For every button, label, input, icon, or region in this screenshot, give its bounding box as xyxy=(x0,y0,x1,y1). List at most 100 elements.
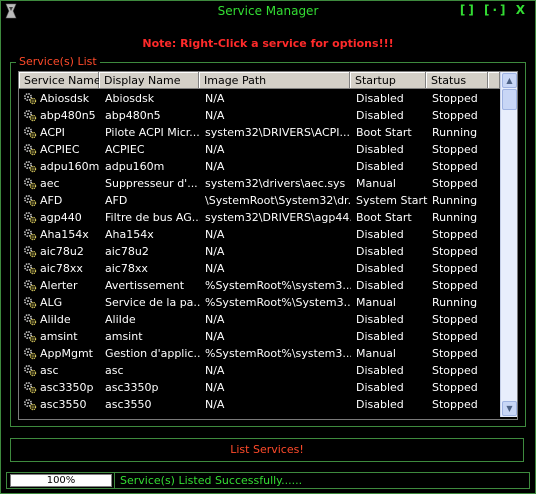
startup-type: Boot Start xyxy=(356,211,412,224)
display-name: ACPIEC xyxy=(105,143,145,156)
gear-icon xyxy=(23,381,37,394)
column-header-startup[interactable]: Startup xyxy=(350,72,426,89)
gear-icon xyxy=(23,364,37,377)
startup-type: Disabled xyxy=(356,109,404,122)
services-listview[interactable]: Service Name Display Name Image Path Sta… xyxy=(18,71,518,420)
image-path: N/A xyxy=(205,313,225,326)
service-name: asc3350p xyxy=(40,381,94,394)
scroll-thumb[interactable] xyxy=(502,89,517,110)
service-row[interactable]: adpu160m adpu160m N/A Disabled Stopped xyxy=(19,158,500,175)
service-row[interactable]: aic78xx aic78xx N/A Disabled Stopped xyxy=(19,260,500,277)
startup-type: Disabled xyxy=(356,160,404,173)
startup-type: Disabled xyxy=(356,143,404,156)
image-path: N/A xyxy=(205,160,225,173)
close-button[interactable]: X xyxy=(516,3,528,17)
service-status: Stopped xyxy=(432,364,478,377)
service-name: abp480n5 xyxy=(40,109,96,122)
maximize-button[interactable]: [] xyxy=(460,3,477,17)
service-name: aic78u2 xyxy=(40,245,84,258)
service-row[interactable]: Aha154x Aha154x N/A Disabled Stopped xyxy=(19,226,500,243)
startup-type: Disabled xyxy=(356,381,404,394)
column-header-status[interactable]: Status xyxy=(426,72,488,89)
display-name: Gestion d'applic... xyxy=(105,347,200,360)
right-click-note: Note: Right-Click a service for options!… xyxy=(142,37,394,50)
display-name: asc3350p xyxy=(105,381,159,394)
service-name: adpu160m xyxy=(40,160,100,173)
image-path: %SystemRoot%\system3... xyxy=(205,279,351,292)
startup-type: Disabled xyxy=(356,245,404,258)
display-name: Service de la pa... xyxy=(105,296,200,309)
service-rows: Abiosdsk Abiosdsk N/A Disabled Stopped a… xyxy=(19,90,500,413)
service-status: Stopped xyxy=(432,228,478,241)
service-status: Stopped xyxy=(432,245,478,258)
service-name: ACPI xyxy=(40,126,65,139)
service-name: aic78xx xyxy=(40,262,83,275)
service-name: Aha154x xyxy=(40,228,89,241)
service-row[interactable]: AliIde AliIde N/A Disabled Stopped xyxy=(19,311,500,328)
service-status: Stopped xyxy=(432,398,478,411)
column-header-image-path[interactable]: Image Path xyxy=(199,72,350,89)
column-header-display-name[interactable]: Display Name xyxy=(99,72,199,89)
service-row[interactable]: asc3350p asc3350p N/A Disabled Stopped xyxy=(19,379,500,396)
service-status: Running xyxy=(432,194,478,207)
startup-type: Disabled xyxy=(356,92,404,105)
service-row[interactable]: aec Suppresseur d'... system32\drivers\a… xyxy=(19,175,500,192)
service-row[interactable]: ACPIEC ACPIEC N/A Disabled Stopped xyxy=(19,141,500,158)
scroll-down-button[interactable]: ▼ xyxy=(502,401,517,416)
scroll-up-button[interactable]: ▲ xyxy=(502,73,517,88)
service-name: ACPIEC xyxy=(40,143,80,156)
column-header-service-name[interactable]: Service Name xyxy=(19,72,101,89)
startup-type: Manual xyxy=(356,296,396,309)
startup-type: Disabled xyxy=(356,364,404,377)
display-name: asc3550 xyxy=(105,398,152,411)
service-row[interactable]: Alerter Avertissement %SystemRoot%\syste… xyxy=(19,277,500,294)
service-name: ALG xyxy=(40,296,63,309)
service-status: Stopped xyxy=(432,347,478,360)
display-name: Avertissement xyxy=(105,279,185,292)
minimize-button[interactable]: [·] xyxy=(484,3,509,17)
vertical-scrollbar[interactable]: ▲ ▼ xyxy=(500,72,517,417)
display-name: aic78u2 xyxy=(105,245,149,258)
display-name: Filtre de bus AG... xyxy=(105,211,200,224)
service-name: asc3550 xyxy=(40,398,87,411)
gear-icon xyxy=(23,347,37,360)
service-row[interactable]: amsint amsint N/A Disabled Stopped xyxy=(19,328,500,345)
image-path: \SystemRoot\System32\dr... xyxy=(205,194,351,207)
gear-icon xyxy=(23,194,37,207)
service-row[interactable]: agp440 Filtre de bus AG... system32\DRIV… xyxy=(19,209,500,226)
startup-type: System Start xyxy=(356,194,428,207)
list-services-button[interactable]: List Services! xyxy=(10,438,524,462)
image-path: %SystemRoot%\System3... xyxy=(205,296,351,309)
service-row[interactable]: abp480n5 abp480n5 N/A Disabled Stopped xyxy=(19,107,500,124)
service-row[interactable]: Abiosdsk Abiosdsk N/A Disabled Stopped xyxy=(19,90,500,107)
display-name: AliIde xyxy=(105,313,136,326)
gear-icon xyxy=(23,177,37,190)
service-row[interactable]: asc3550 asc3550 N/A Disabled Stopped xyxy=(19,396,500,413)
service-name: Alerter xyxy=(40,279,78,292)
service-row[interactable]: ALG Service de la pa... %SystemRoot%\Sys… xyxy=(19,294,500,311)
image-path: %SystemRoot%\system3... xyxy=(205,347,351,360)
service-row[interactable]: asc asc N/A Disabled Stopped xyxy=(19,362,500,379)
startup-type: Disabled xyxy=(356,262,404,275)
startup-type: Manual xyxy=(356,347,396,360)
image-path: N/A xyxy=(205,92,225,105)
service-status: Stopped xyxy=(432,160,478,173)
service-status: Stopped xyxy=(432,143,478,156)
service-row[interactable]: AppMgmt Gestion d'applic... %SystemRoot%… xyxy=(19,345,500,362)
service-status: Running xyxy=(432,126,478,139)
service-row[interactable]: AFD AFD \SystemRoot\System32\dr... Syste… xyxy=(19,192,500,209)
service-row[interactable]: ACPI Pilote ACPI Micr... system32\DRIVER… xyxy=(19,124,500,141)
display-name: Pilote ACPI Micr... xyxy=(105,126,200,139)
service-row[interactable]: aic78u2 aic78u2 N/A Disabled Stopped xyxy=(19,243,500,260)
gear-icon xyxy=(23,143,37,156)
image-path: N/A xyxy=(205,398,225,411)
image-path: N/A xyxy=(205,330,225,343)
service-status: Stopped xyxy=(432,381,478,394)
gear-icon xyxy=(23,92,37,105)
gear-icon xyxy=(23,126,37,139)
display-name: Aha154x xyxy=(105,228,154,241)
display-name: Suppresseur d'... xyxy=(105,177,198,190)
image-path: system32\DRIVERS\ACPI.... xyxy=(205,126,351,139)
startup-type: Manual xyxy=(356,177,396,190)
display-name: adpu160m xyxy=(105,160,165,173)
